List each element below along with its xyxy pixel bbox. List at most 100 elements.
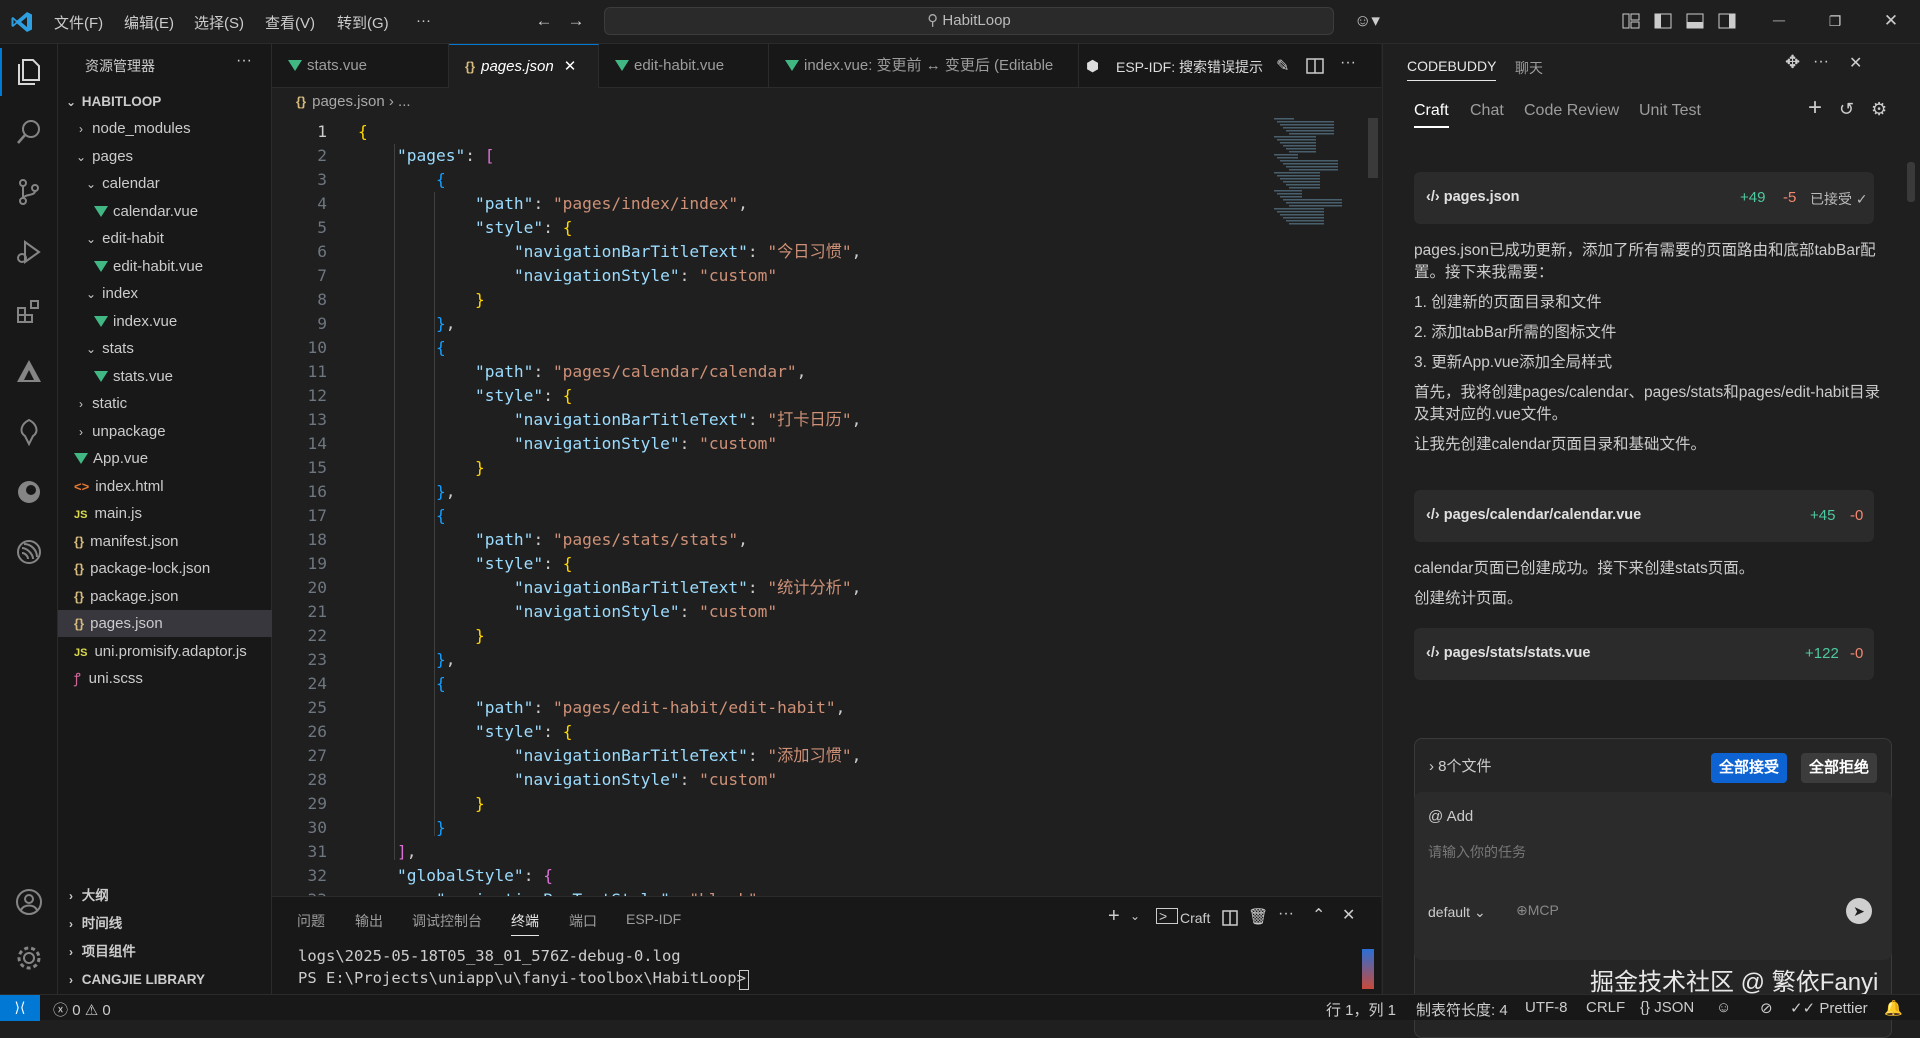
esp-idf-icon[interactable]: ⬢ <box>1086 57 1099 75</box>
edit-pencil-icon[interactable]: ✎ <box>1276 56 1289 76</box>
tree-file[interactable]: calendar.vue <box>58 198 272 225</box>
tree-file[interactable]: App.vue <box>58 445 272 472</box>
line-ending[interactable]: CRLF <box>1586 999 1625 1016</box>
back-arrow-icon[interactable]: ← <box>533 10 555 32</box>
new-terminal-icon[interactable]: + <box>1108 905 1120 928</box>
cursor-position[interactable]: 行 1，列 1 <box>1326 999 1396 1020</box>
close-window-icon[interactable]: ✕ <box>1880 10 1902 32</box>
feedback-icon[interactable]: ⊘ <box>1760 999 1773 1017</box>
search-icon[interactable] <box>13 116 45 148</box>
tree-file[interactable]: {} manifest.json <box>58 528 272 555</box>
terminal-prompt[interactable]: PS E:\Projects\uniapp\u\fanyi-toolbox\Ha… <box>298 969 755 987</box>
toggle-panel-icon[interactable] <box>1686 13 1704 29</box>
edge-icon[interactable] <box>13 476 45 508</box>
prettier-status[interactable]: ✓✓ Prettier <box>1790 999 1868 1017</box>
deploy-icon[interactable] <box>13 356 45 388</box>
panel-more-icon[interactable]: ··· <box>1278 905 1294 923</box>
tree-file[interactable]: stats.vue <box>58 363 272 390</box>
mode-tab-craft[interactable]: Craft <box>1414 102 1449 128</box>
changed-files-toggle[interactable]: › 8个文件 <box>1429 755 1492 776</box>
task-input[interactable]: 请输入你的任务 <box>1428 842 1868 882</box>
breadcrumb-file[interactable]: pages.json <box>312 93 385 110</box>
tree-icon[interactable] <box>13 416 45 448</box>
panel-tab-ports[interactable]: 端口 <box>569 911 597 931</box>
send-icon[interactable]: ➤ <box>1846 898 1872 924</box>
mcp-button[interactable]: ⊕MCP <box>1516 902 1559 919</box>
restore-icon[interactable]: ❐ <box>1824 10 1846 32</box>
editor-more-icon[interactable]: ··· <box>1340 54 1356 72</box>
maximize-panel-icon[interactable]: ⌃ <box>1312 905 1325 925</box>
tree-folder[interactable]: › static <box>58 390 272 417</box>
pane-tab-codebuddy[interactable]: CODEBUDDY <box>1407 58 1497 81</box>
panel-tab-esp-idf[interactable]: ESP-IDF <box>626 911 681 927</box>
close-pane-icon[interactable]: ✕ <box>1849 53 1862 73</box>
tree-folder[interactable]: ⌄ edit-habit <box>58 225 272 252</box>
pane-tab-chat[interactable]: 聊天 <box>1515 58 1543 78</box>
tree-folder[interactable]: › node_modules <box>58 115 272 142</box>
explorer-more-icon[interactable]: ··· <box>236 52 252 70</box>
tree-folder[interactable]: ⌄ stats <box>58 335 272 362</box>
chat-scrollbar[interactable] <box>1907 162 1915 202</box>
tab-index-diff[interactable]: index.vue: 变更前 ↔ 变更后 (Editable <box>769 44 1079 88</box>
section-timeline[interactable]: › 时间线 <box>58 910 272 937</box>
code-editor[interactable]: 1{2 "pages": [3 {4 "path": "pages/index/… <box>272 116 1381 896</box>
panel-tab-debug-console[interactable]: 调试控制台 <box>412 911 482 931</box>
tree-folder[interactable]: › unpackage <box>58 418 272 445</box>
split-terminal-icon[interactable] <box>1222 910 1238 926</box>
new-chat-icon[interactable]: + <box>1808 94 1822 122</box>
tree-file[interactable]: JS uni.promisify.adaptor.js <box>58 638 272 665</box>
chevron-down-icon[interactable]: ⌄ <box>1130 909 1140 923</box>
accept-all-button[interactable]: 全部接受 <box>1711 753 1787 783</box>
minimize-icon[interactable]: ─ <box>1768 10 1790 32</box>
file-change-card[interactable]: ‹/› pages/stats/stats.vue +122 -0 <box>1414 628 1874 680</box>
account-icon[interactable] <box>13 886 45 918</box>
split-editor-icon[interactable] <box>1306 58 1324 74</box>
add-context-button[interactable]: @ Add <box>1428 808 1473 825</box>
workspace-root[interactable]: ⌄ HABITLOOP <box>58 88 272 115</box>
source-control-icon[interactable] <box>13 176 45 208</box>
menu-selection[interactable]: 选择(S) <box>194 12 244 33</box>
encoding[interactable]: UTF-8 <box>1525 999 1568 1016</box>
mode-tab-unit-test[interactable]: Unit Test <box>1639 102 1701 120</box>
menu-go[interactable]: 转到(G) <box>337 12 389 33</box>
tree-file[interactable]: ꝭ uni.scss <box>58 665 272 692</box>
menu-file[interactable]: 文件(F) <box>54 12 103 33</box>
toggle-sidebar-icon[interactable] <box>1654 13 1672 29</box>
menu-edit[interactable]: 编辑(E) <box>124 12 174 33</box>
tree-file[interactable]: {} package.json <box>58 583 272 610</box>
tree-file[interactable]: <> index.html <box>58 473 272 500</box>
editor-scrollbar[interactable] <box>1368 118 1378 178</box>
copilot-status-icon[interactable]: ☺ <box>1716 999 1731 1016</box>
terminal-craft-label[interactable]: Craft <box>1180 910 1210 926</box>
move-icon[interactable]: ✥ <box>1785 52 1800 73</box>
tab-edit-habit-vue[interactable]: edit-habit.vue <box>599 44 769 88</box>
model-select[interactable]: default ⌄ <box>1428 904 1486 921</box>
tab-pages-json[interactable]: {} pages.json ✕ <box>449 44 599 88</box>
remote-icon[interactable]: ⟩⟨ <box>0 995 40 1021</box>
section-outline[interactable]: › 大纲 <box>58 882 272 909</box>
settings-gear-icon[interactable] <box>13 942 45 974</box>
tree-file[interactable]: JS main.js <box>58 500 272 527</box>
reject-all-button[interactable]: 全部拒绝 <box>1801 753 1877 783</box>
settings-icon[interactable]: ⚙ <box>1871 99 1887 120</box>
file-change-card[interactable]: ‹/› pages.json +49 -5 已接受 ✓ <box>1414 172 1874 224</box>
extensions-icon[interactable] <box>13 296 45 328</box>
espressif-icon[interactable] <box>13 536 45 568</box>
layout-customize-icon[interactable] <box>1622 13 1640 29</box>
command-center-search[interactable]: ⚲ HabitLoop <box>604 7 1334 35</box>
panel-tab-problems[interactable]: 问题 <box>297 911 325 931</box>
minimap[interactable] <box>1270 116 1360 236</box>
tree-folder[interactable]: ⌄ pages <box>58 143 272 170</box>
terminal-scrollbar[interactable] <box>1362 949 1374 989</box>
panel-tab-terminal[interactable]: 终端 <box>511 911 539 936</box>
run-debug-icon[interactable] <box>13 236 45 268</box>
notifications-bell-icon[interactable]: 🔔 <box>1884 999 1903 1017</box>
mode-tab-code-review[interactable]: Code Review <box>1524 102 1619 120</box>
history-icon[interactable]: ↺ <box>1839 99 1854 120</box>
tree-folder[interactable]: ⌄ index <box>58 280 272 307</box>
section-project-components[interactable]: › 项目组件 <box>58 938 272 965</box>
pane-more-icon[interactable]: ··· <box>1813 53 1829 71</box>
mode-tab-chat[interactable]: Chat <box>1470 102 1504 120</box>
forward-arrow-icon[interactable]: → <box>565 10 587 32</box>
close-panel-icon[interactable]: ✕ <box>1342 905 1355 925</box>
